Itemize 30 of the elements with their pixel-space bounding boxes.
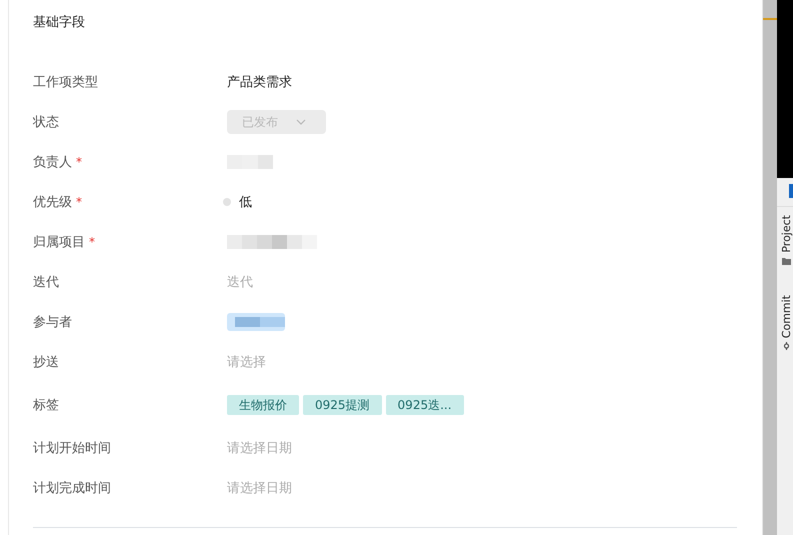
required-mark: * [89,235,95,249]
field-label: 状态 [33,114,59,131]
field-label: 工作项类型 [33,74,98,91]
field-label: 计划开始时间 [33,440,111,457]
tag[interactable]: 0925迭... [386,395,464,415]
commit-icon [782,342,791,350]
field-label: 负责人 [33,154,72,171]
required-mark: * [76,195,82,209]
priority-value: 低 [239,194,252,211]
tag[interactable]: 0925提测 [303,395,382,415]
scroll-marker [763,18,778,20]
scrollbar[interactable] [762,0,778,535]
side-tab[interactable]: Project [780,215,793,253]
field-label: 优先级 [33,194,72,211]
chevron-down-icon [296,119,306,125]
field-label: 迭代 [33,274,59,291]
redacted-text [227,155,273,169]
tag[interactable]: 生物报价 [227,395,299,415]
folder-icon [782,256,791,265]
field-label: 归属项目 [33,234,85,251]
field-label: 抄送 [33,354,59,371]
side-tab[interactable]: Commit [780,294,793,338]
section-title: 基础字段 [33,14,86,32]
field-value: 产品类需求 [227,74,292,91]
participant-tag[interactable] [227,313,285,331]
field-label: 标签 [33,397,59,414]
required-mark: * [76,155,82,169]
field-label: 计划完成时间 [33,480,111,497]
field-label: 参与者 [33,314,72,331]
priority-dot [223,198,231,206]
